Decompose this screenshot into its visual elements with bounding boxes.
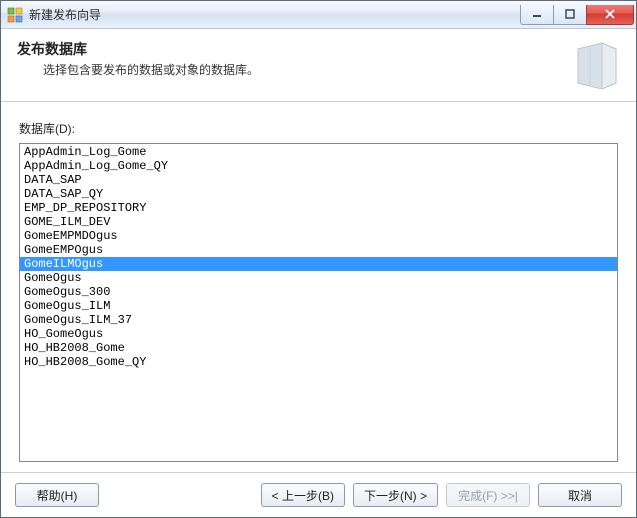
app-icon [7,7,23,23]
list-item[interactable]: GomeEMPOgus [20,243,617,257]
list-item[interactable]: GOME_ILM_DEV [20,215,617,229]
header-graphic-icon [574,41,620,89]
list-item[interactable]: AppAdmin_Log_Gome_QY [20,159,617,173]
list-item[interactable]: DATA_SAP [20,173,617,187]
next-button[interactable]: 下一步(N) > [353,483,438,507]
list-item[interactable]: AppAdmin_Log_Gome [20,145,617,159]
list-item[interactable]: DATA_SAP_QY [20,187,617,201]
list-item[interactable]: EMP_DP_REPOSITORY [20,201,617,215]
back-button[interactable]: < 上一步(B) [261,483,345,507]
list-item[interactable]: HO_HB2008_Gome_QY [20,355,617,369]
list-item[interactable]: HO_GomeOgus [20,327,617,341]
page-subtitle: 选择包含要发布的数据或对象的数据库。 [43,61,574,78]
list-item[interactable]: GomeOgus_ILM_37 [20,313,617,327]
maximize-button[interactable] [553,5,587,25]
titlebar: 新建发布向导 [1,1,636,29]
list-item[interactable]: GomeOgus_ILM [20,299,617,313]
cancel-button[interactable]: 取消 [538,483,622,507]
wizard-body: 数据库(D): AppAdmin_Log_GomeAppAdmin_Log_Go… [1,102,636,472]
wizard-footer: 帮助(H) < 上一步(B) 下一步(N) > 完成(F) >>| 取消 [1,472,636,517]
help-button[interactable]: 帮助(H) [15,483,99,507]
finish-button[interactable]: 完成(F) >>| [446,483,530,507]
list-item[interactable]: GomeOgus_300 [20,285,617,299]
wizard-header: 发布数据库 选择包含要发布的数据或对象的数据库。 [1,29,636,102]
page-title: 发布数据库 [17,39,574,59]
minimize-button[interactable] [520,5,554,25]
list-item[interactable]: GomeILMOgus [20,257,617,271]
list-item[interactable]: GomeOgus [20,271,617,285]
database-listbox[interactable]: AppAdmin_Log_GomeAppAdmin_Log_Gome_QYDAT… [19,143,618,462]
wizard-window: 新建发布向导 发布数据库 选择包含要发布的数据或对象的数据库。 [0,0,637,518]
database-list-label: 数据库(D): [19,120,618,137]
list-item[interactable]: GomeEMPMDOgus [20,229,617,243]
list-item[interactable]: HO_HB2008_Gome [20,341,617,355]
window-controls [521,5,634,25]
close-button[interactable] [586,5,634,25]
window-title: 新建发布向导 [29,6,521,23]
